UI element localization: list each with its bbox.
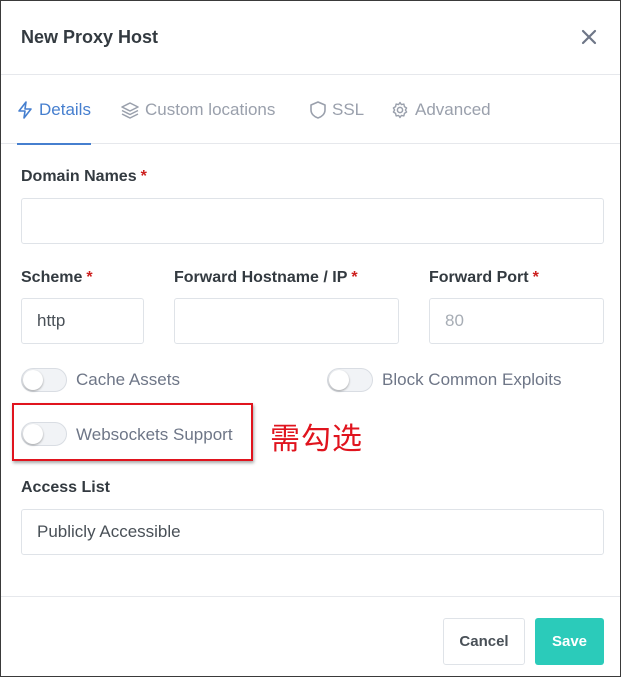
toggle-knob — [23, 370, 43, 390]
bolt-icon — [18, 100, 32, 119]
access-list-label: Access List — [21, 479, 110, 496]
tab-details[interactable]: Details — [17, 75, 91, 145]
tab-details-label: Details — [39, 99, 91, 119]
required-mark: * — [86, 269, 93, 286]
cache-assets-toggle[interactable] — [21, 368, 67, 392]
shield-icon — [310, 100, 326, 119]
required-mark: * — [532, 269, 539, 286]
tab-ssl[interactable]: SSL — [310, 75, 364, 144]
forward-port-label-text: Forward Port — [429, 269, 529, 286]
cancel-button[interactable]: Cancel — [443, 618, 525, 665]
forward-hostname-input[interactable] — [174, 298, 399, 344]
scheme-label-text: Scheme — [21, 269, 83, 286]
domain-names-label-text: Domain Names — [21, 168, 137, 185]
tab-bar: Details Custom locations SSL Advanced — [1, 75, 620, 145]
forward-port-input[interactable]: 80 — [429, 298, 604, 344]
tab-ssl-label: SSL — [332, 99, 365, 119]
forward-hostname-label: Forward Hostname / IP * — [174, 269, 358, 287]
tab-advanced-label: Advanced — [415, 99, 491, 119]
access-list-select[interactable]: Publicly Accessible — [21, 509, 604, 555]
layers-icon — [121, 101, 139, 119]
domain-names-input[interactable] — [21, 198, 604, 244]
tab-custom-locations[interactable]: Custom locations — [121, 75, 275, 144]
modal-title: New Proxy Host — [21, 27, 159, 47]
save-button[interactable]: Save — [535, 618, 604, 665]
block-exploits-label: Block Common Exploits — [382, 370, 562, 389]
cache-assets-label: Cache Assets — [76, 370, 180, 389]
gear-icon — [392, 101, 408, 118]
scheme-label: Scheme * — [21, 269, 93, 287]
domain-names-label: Domain Names * — [21, 168, 147, 186]
block-exploits-toggle[interactable] — [327, 368, 373, 392]
modal-dialog: New Proxy Host Details Custom locations … — [0, 0, 621, 677]
annotation-highlight-box — [12, 403, 253, 461]
required-mark: * — [351, 269, 358, 286]
tab-custom-locations-label: Custom locations — [145, 99, 276, 119]
forward-port-label: Forward Port * — [429, 269, 539, 287]
close-icon[interactable] — [579, 27, 599, 47]
toggle-knob — [329, 370, 349, 390]
modal-header: New Proxy Host — [1, 1, 620, 75]
annotation-text: 需勾选 — [270, 422, 363, 457]
tab-advanced[interactable]: Advanced — [391, 75, 491, 144]
scheme-input[interactable]: http — [21, 298, 144, 344]
forward-hostname-label-text: Forward Hostname / IP — [174, 269, 348, 286]
required-mark: * — [140, 168, 147, 185]
modal-footer: Cancel Save — [1, 596, 620, 676]
